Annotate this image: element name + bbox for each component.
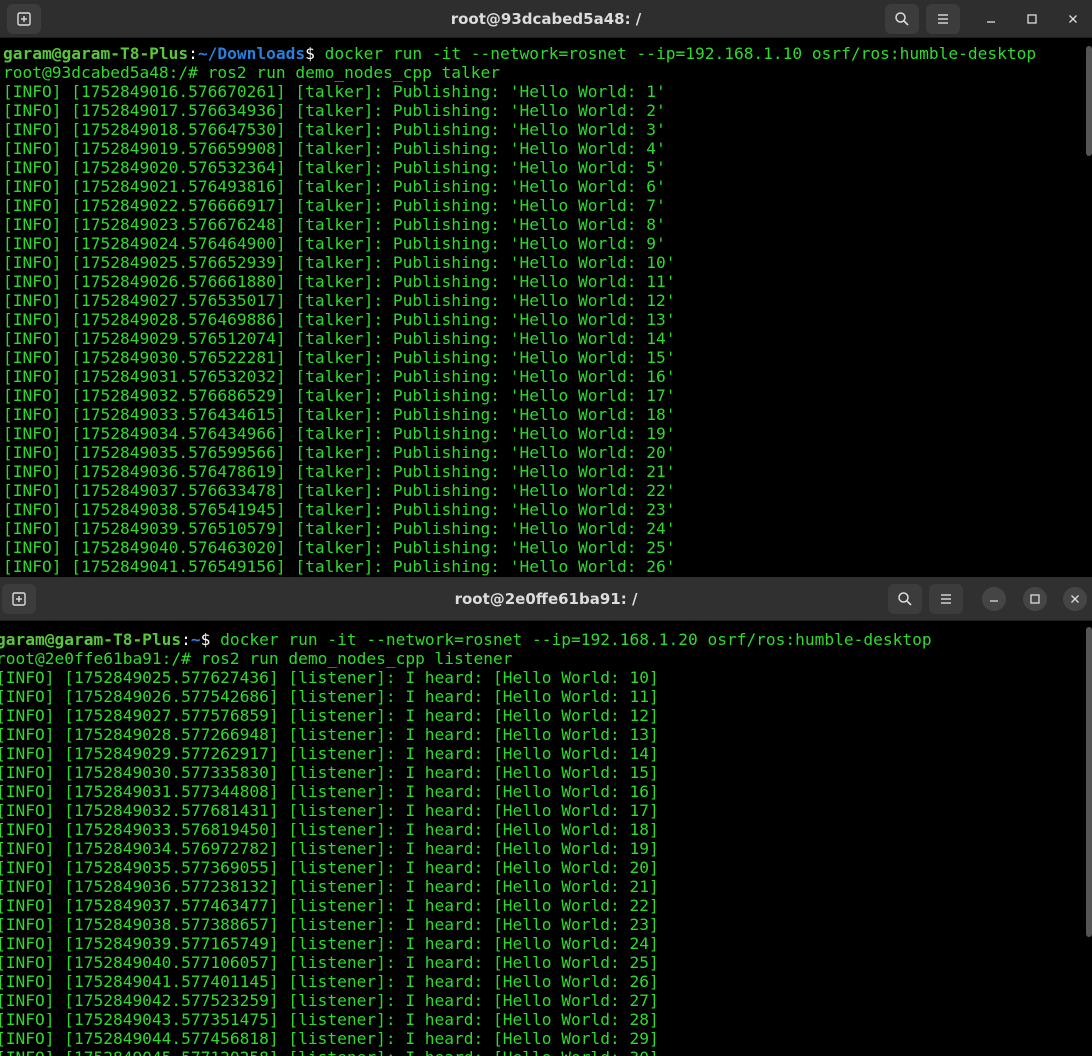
prompt-path: ~ — [190, 630, 201, 649]
log-line: [INFO] [1752849016.576670261] [talker]: … — [3, 82, 666, 101]
maximize-icon — [1030, 594, 1040, 604]
log-line: [INFO] [1752849035.576599566] [talker]: … — [3, 443, 676, 462]
log-line: [INFO] [1752849038.576541945] [talker]: … — [3, 500, 676, 519]
terminal-window-bottom[interactable]: root@2e0ffe61ba91: / garam@garam-T8-Plus… — [0, 577, 1092, 1056]
log-line: [INFO] [1752849037.577463477] [listener]… — [0, 896, 659, 915]
search-icon — [895, 12, 909, 26]
log-line: [INFO] [1752849043.577351475] [listener]… — [0, 1010, 659, 1029]
prompt-separator: : — [188, 44, 198, 63]
log-line: [INFO] [1752849025.577627436] [listener]… — [0, 668, 659, 687]
menu-button[interactable] — [926, 4, 960, 34]
log-line: [INFO] [1752849037.576633478] [talker]: … — [3, 481, 676, 500]
log-line: [INFO] [1752849032.576686529] [talker]: … — [3, 386, 676, 405]
log-line: [INFO] [1752849035.577369055] [listener]… — [0, 858, 659, 877]
search-icon — [898, 592, 912, 606]
maximize-button[interactable] — [1020, 7, 1044, 31]
log-line: [INFO] [1752849022.576666917] [talker]: … — [3, 196, 666, 215]
log-line: [INFO] [1752849033.576434615] [talker]: … — [3, 405, 676, 424]
host-prompt-line: garam@garam-T8-Plus:~$ docker run -it --… — [0, 630, 1092, 649]
container-prompt-line: root@93dcabed5a48:/# ros2 run demo_nodes… — [3, 63, 501, 82]
scrollbar[interactable] — [1086, 627, 1092, 937]
log-line: [INFO] [1752849025.576652939] [talker]: … — [3, 253, 676, 272]
search-button[interactable] — [885, 4, 919, 34]
prompt-dollar: $ — [305, 44, 325, 63]
prompt-command: docker run -it --network=rosnet --ip=192… — [324, 44, 1037, 63]
log-line: [INFO] [1752849039.577165749] [listener]… — [0, 934, 659, 953]
minimize-button[interactable] — [982, 587, 1006, 611]
log-line: [INFO] [1752849034.576972782] [listener]… — [0, 839, 659, 858]
log-line: [INFO] [1752849033.576819450] [listener]… — [0, 820, 659, 839]
log-line: [INFO] [1752849026.576661880] [talker]: … — [3, 272, 676, 291]
log-line: [INFO] [1752849028.577266948] [listener]… — [0, 725, 659, 744]
prompt-dollar: $ — [200, 630, 221, 649]
minimize-icon — [990, 600, 998, 602]
close-button[interactable] — [1061, 7, 1085, 31]
log-line: [INFO] [1752849023.576676248] [talker]: … — [3, 215, 666, 234]
maximize-button[interactable] — [1023, 587, 1047, 611]
log-lines: [INFO] [1752849025.577627436] [listener]… — [0, 668, 1092, 1056]
log-line: [INFO] [1752849038.577388657] [listener]… — [0, 915, 659, 934]
terminal-output[interactable]: garam@garam-T8-Plus:~$ docker run -it --… — [0, 621, 1092, 1056]
minimize-icon — [987, 21, 995, 23]
prompt-separator: : — [181, 630, 191, 649]
log-line: [INFO] [1752849039.576510579] [talker]: … — [3, 519, 676, 538]
maximize-icon — [1027, 14, 1037, 24]
search-button[interactable] — [888, 584, 922, 614]
log-line: [INFO] [1752849036.576478619] [talker]: … — [3, 462, 676, 481]
log-line: [INFO] [1752849027.577576859] [listener]… — [0, 706, 659, 725]
hamburger-menu-icon — [938, 14, 948, 24]
prompt-user: garam@garam-T8-Plus — [0, 630, 182, 649]
menu-button[interactable] — [929, 584, 963, 614]
terminal-output[interactable]: garam@garam-T8-Plus:~/Downloads$ docker … — [0, 38, 1092, 577]
log-line: [INFO] [1752849040.577106057] [listener]… — [0, 953, 659, 972]
log-line: [INFO] [1752849030.577335830] [listener]… — [0, 763, 659, 782]
log-line: [INFO] [1752849042.577523259] [listener]… — [0, 991, 659, 1010]
log-line: [INFO] [1752849018.576647530] [talker]: … — [3, 120, 666, 139]
log-line: [INFO] [1752849021.576493816] [talker]: … — [3, 177, 666, 196]
log-line: [INFO] [1752849031.577344808] [listener]… — [0, 782, 659, 801]
close-icon — [1069, 15, 1077, 23]
title-bar[interactable]: root@93dcabed5a48: / — [0, 0, 1092, 38]
close-button[interactable] — [1063, 587, 1087, 611]
log-lines: [INFO] [1752849016.576670261] [talker]: … — [0, 82, 1092, 576]
log-line: [INFO] [1752849041.576549156] [talker]: … — [3, 557, 676, 576]
hamburger-menu-icon — [941, 594, 951, 604]
terminal-window-top[interactable]: root@93dcabed5a48: / garam@garam-T8-Plus… — [0, 0, 1092, 577]
prompt-user: garam@garam-T8-Plus — [3, 44, 189, 63]
log-line: [INFO] [1752849026.577542686] [listener]… — [0, 687, 659, 706]
log-line: [INFO] [1752849044.577456818] [listener]… — [0, 1029, 659, 1048]
log-line: [INFO] [1752849024.576464900] [talker]: … — [3, 234, 666, 253]
log-line: [INFO] [1752849031.576532032] [talker]: … — [3, 367, 676, 386]
close-icon — [1071, 595, 1079, 603]
log-line: [INFO] [1752849029.576512074] [talker]: … — [3, 329, 676, 348]
log-line: [INFO] [1752849041.577401145] [listener]… — [0, 972, 659, 991]
scrollbar[interactable] — [1086, 46, 1092, 156]
prompt-command: docker run -it --network=rosnet --ip=192… — [220, 630, 932, 649]
log-line: [INFO] [1752849029.577262917] [listener]… — [0, 744, 659, 763]
prompt-path: ~/Downloads — [197, 44, 306, 63]
log-line: [INFO] [1752849027.576535017] [talker]: … — [3, 291, 676, 310]
minimize-button[interactable] — [979, 7, 1003, 31]
log-line: [INFO] [1752849030.576522281] [talker]: … — [3, 348, 676, 367]
log-line: [INFO] [1752849045.577120258] [listener]… — [0, 1048, 1092, 1056]
log-line: [INFO] [1752849028.576469886] [talker]: … — [3, 310, 676, 329]
host-prompt-line: garam@garam-T8-Plus:~/Downloads$ docker … — [0, 44, 1092, 63]
container-prompt-line: root@2e0ffe61ba91:/# ros2 run demo_nodes… — [0, 649, 513, 668]
log-line: [INFO] [1752849017.576634936] [talker]: … — [3, 101, 666, 120]
log-line: [INFO] [1752849019.576659908] [talker]: … — [3, 139, 666, 158]
log-line: [INFO] [1752849040.576463020] [talker]: … — [3, 538, 676, 557]
log-line: [INFO] [1752849036.577238132] [listener]… — [0, 877, 659, 896]
log-line: [INFO] [1752849034.576434966] [talker]: … — [3, 424, 676, 443]
log-line: [INFO] [1752849020.576532364] [talker]: … — [3, 158, 666, 177]
title-bar[interactable]: root@2e0ffe61ba91: / — [0, 577, 1092, 621]
log-line: [INFO] [1752849032.577681431] [listener]… — [0, 801, 659, 820]
